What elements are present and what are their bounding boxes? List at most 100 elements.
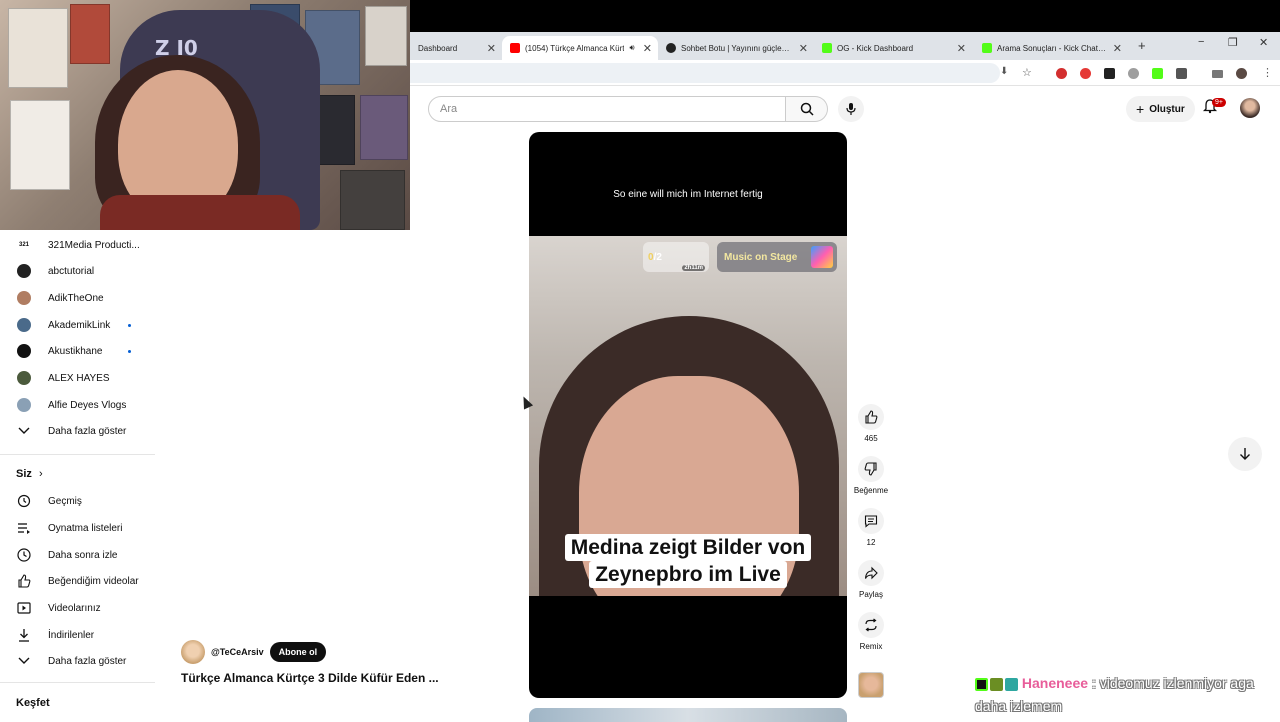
clock-icon <box>16 547 32 563</box>
minimize-button[interactable]: − <box>1198 36 1204 48</box>
channel-avatar[interactable] <box>181 640 205 664</box>
bot-icon <box>666 43 676 53</box>
sidebar-channel-akademiklink[interactable]: AkademikLink <box>0 312 155 338</box>
tab-title: Dashboard <box>418 43 458 53</box>
download-icon <box>16 627 32 643</box>
channel-handle[interactable]: @TeCeArsiv <box>211 647 264 657</box>
arrow-down-icon <box>1240 448 1250 460</box>
sidebar-item-your-videos[interactable]: Videolarınız <box>0 595 155 621</box>
short-video-player[interactable]: So eine will mich im Internet fertig 0/2… <box>529 132 847 698</box>
show-more-you[interactable]: Daha fazla göster <box>0 648 155 674</box>
profile-icon[interactable] <box>1236 68 1247 79</box>
sidebar-channel-alexhayes[interactable]: ALEX HAYES <box>0 365 155 391</box>
like-button[interactable]: 465 <box>852 404 890 443</box>
close-icon[interactable]: ✕ <box>957 42 966 55</box>
extension-red-icon[interactable] <box>1080 68 1091 79</box>
chat-separator: : <box>1091 675 1096 691</box>
sidebar-item-liked-videos[interactable]: Beğendiğim videolar <box>0 568 155 594</box>
sidebar-channel-321media[interactable]: 321 321Media Producti... <box>0 232 155 258</box>
show-more-label: Daha fazla göster <box>48 655 127 667</box>
close-icon[interactable]: ✕ <box>1113 42 1122 55</box>
extension-kick-icon[interactable] <box>1152 68 1163 79</box>
channel-name: 321Media Producti... <box>48 239 140 251</box>
chat-username: Haneneee <box>1021 675 1089 691</box>
video-overlay-title: Medina zeigt Bilder von Zeynepbro im Liv… <box>529 534 847 588</box>
sidebar-channel-adiktheone[interactable]: AdikTheOne <box>0 285 155 311</box>
video-title[interactable]: Türkçe Almanca Kürtçe 3 Dilde Küfür Eden… <box>181 671 461 685</box>
channel-avatar <box>16 343 32 359</box>
share-button[interactable]: Paylaş <box>852 560 890 599</box>
sidebar-label: Daha sonra izle <box>48 549 118 561</box>
mic-icon <box>846 103 856 115</box>
close-icon[interactable]: ✕ <box>643 42 652 55</box>
new-content-dot <box>128 349 131 353</box>
more-vert-icon[interactable]: ⋮ <box>1262 66 1273 79</box>
short-actions: 465 Beğenme 12 Paylaş Remix <box>852 400 892 700</box>
overlay-line-1: Medina zeigt Bilder von <box>564 534 812 561</box>
tab-kick-dashboard[interactable]: OG - Kick Dashboard ✕ <box>814 36 972 60</box>
sidebar-channel-abctutorial[interactable]: abctutorial <box>0 258 155 284</box>
sidebar-label: Videolarınız <box>48 602 101 614</box>
channel-name: ALEX HAYES <box>48 372 110 384</box>
tab-youtube-active[interactable]: (1054) Türkçe Almanca Kürt 🔊︎ ✕ <box>502 36 658 60</box>
sidebar-item-history[interactable]: Geçmiş <box>0 488 155 514</box>
thumbs-up-icon <box>858 404 884 430</box>
you-section-heading[interactable]: Siz › <box>16 468 43 480</box>
thumbs-down-icon <box>858 456 884 482</box>
next-video-button[interactable] <box>1228 437 1262 471</box>
channel-avatar <box>16 370 32 386</box>
channel-avatar: 321 <box>18 242 29 248</box>
sidebar-item-downloads[interactable]: İndirilenler <box>0 622 155 648</box>
search-button[interactable] <box>786 96 828 122</box>
dislike-button[interactable]: Beğenme <box>852 456 890 495</box>
youtube-icon <box>510 43 520 53</box>
sound-source-thumbnail[interactable] <box>858 672 884 698</box>
tab-kick-chat[interactable]: Arama Sonuçları - Kick Chat Lo ✕ <box>974 36 1128 60</box>
comment-icon <box>858 508 884 534</box>
new-tab-button[interactable]: + <box>1138 38 1146 53</box>
tiktok-counter-badge: 0/2 2h11m <box>643 242 709 272</box>
channel-avatar <box>16 263 32 279</box>
channel-name: Alfie Deyes Vlogs <box>48 399 127 411</box>
share-icon <box>858 560 884 586</box>
browser-tab-bar: Dashboard ✕ (1054) Türkçe Almanca Kürt 🔊… <box>410 32 1280 60</box>
maximize-button[interactable]: ❐ <box>1228 36 1238 49</box>
search-input[interactable]: Ara <box>428 96 786 122</box>
sidebar-channel-akustikhane[interactable]: Akustikhane <box>0 338 155 364</box>
remix-button[interactable]: Remix <box>852 612 890 651</box>
extension-opera-icon[interactable] <box>1056 68 1067 79</box>
sidebar-item-playlists[interactable]: Oynatma listeleri <box>0 515 155 541</box>
tab-dashboard[interactable]: Dashboard ✕ <box>410 36 502 60</box>
create-button[interactable]: + Oluştur <box>1126 96 1195 122</box>
account-avatar[interactable] <box>1240 98 1260 118</box>
overlay-line-2: Zeynepbro im Live <box>589 561 787 588</box>
show-more-subscriptions[interactable]: Daha fazla göster <box>0 418 155 444</box>
sidebar-channel-alfiedeyes[interactable]: Alfie Deyes Vlogs <box>0 392 155 418</box>
subscribe-button[interactable]: Abone ol <box>269 642 327 662</box>
divider <box>0 682 155 683</box>
close-icon[interactable]: ✕ <box>487 42 496 55</box>
star-icon[interactable]: ☆ <box>1022 66 1032 79</box>
music-on-stage-badge: Music on Stage <box>717 242 837 272</box>
media-control-icon[interactable] <box>1212 70 1223 78</box>
puzzle-icon[interactable] <box>1176 68 1187 79</box>
close-icon[interactable]: ✕ <box>799 42 808 55</box>
tab-sohbet-botu[interactable]: Sohbet Botu | Yayınını güçlendi ✕ <box>658 36 814 60</box>
channel-name: abctutorial <box>48 265 95 277</box>
stream-chat-overlay: Haneneee : videomuz izlenmiyor aga daha … <box>975 672 1275 718</box>
extension-dark-icon[interactable] <box>1104 68 1115 79</box>
kick-badge-icon <box>975 677 988 691</box>
speaker-icon[interactable]: 🔊︎ <box>629 43 634 53</box>
extension-shield-icon[interactable] <box>1128 68 1139 79</box>
counter-timer: 2h11m <box>682 265 705 271</box>
comments-button[interactable]: 12 <box>852 508 890 547</box>
divider <box>0 454 155 455</box>
voice-search-button[interactable] <box>838 96 864 122</box>
address-field[interactable] <box>410 63 1000 83</box>
channel-avatar <box>16 317 32 333</box>
kick-icon <box>982 43 992 53</box>
sidebar-item-watch-later[interactable]: Daha sonra izle <box>0 542 155 568</box>
install-icon[interactable]: ⬇︎ <box>1000 66 1008 77</box>
comment-count: 12 <box>866 538 876 547</box>
close-window-button[interactable]: ✕ <box>1259 36 1268 49</box>
